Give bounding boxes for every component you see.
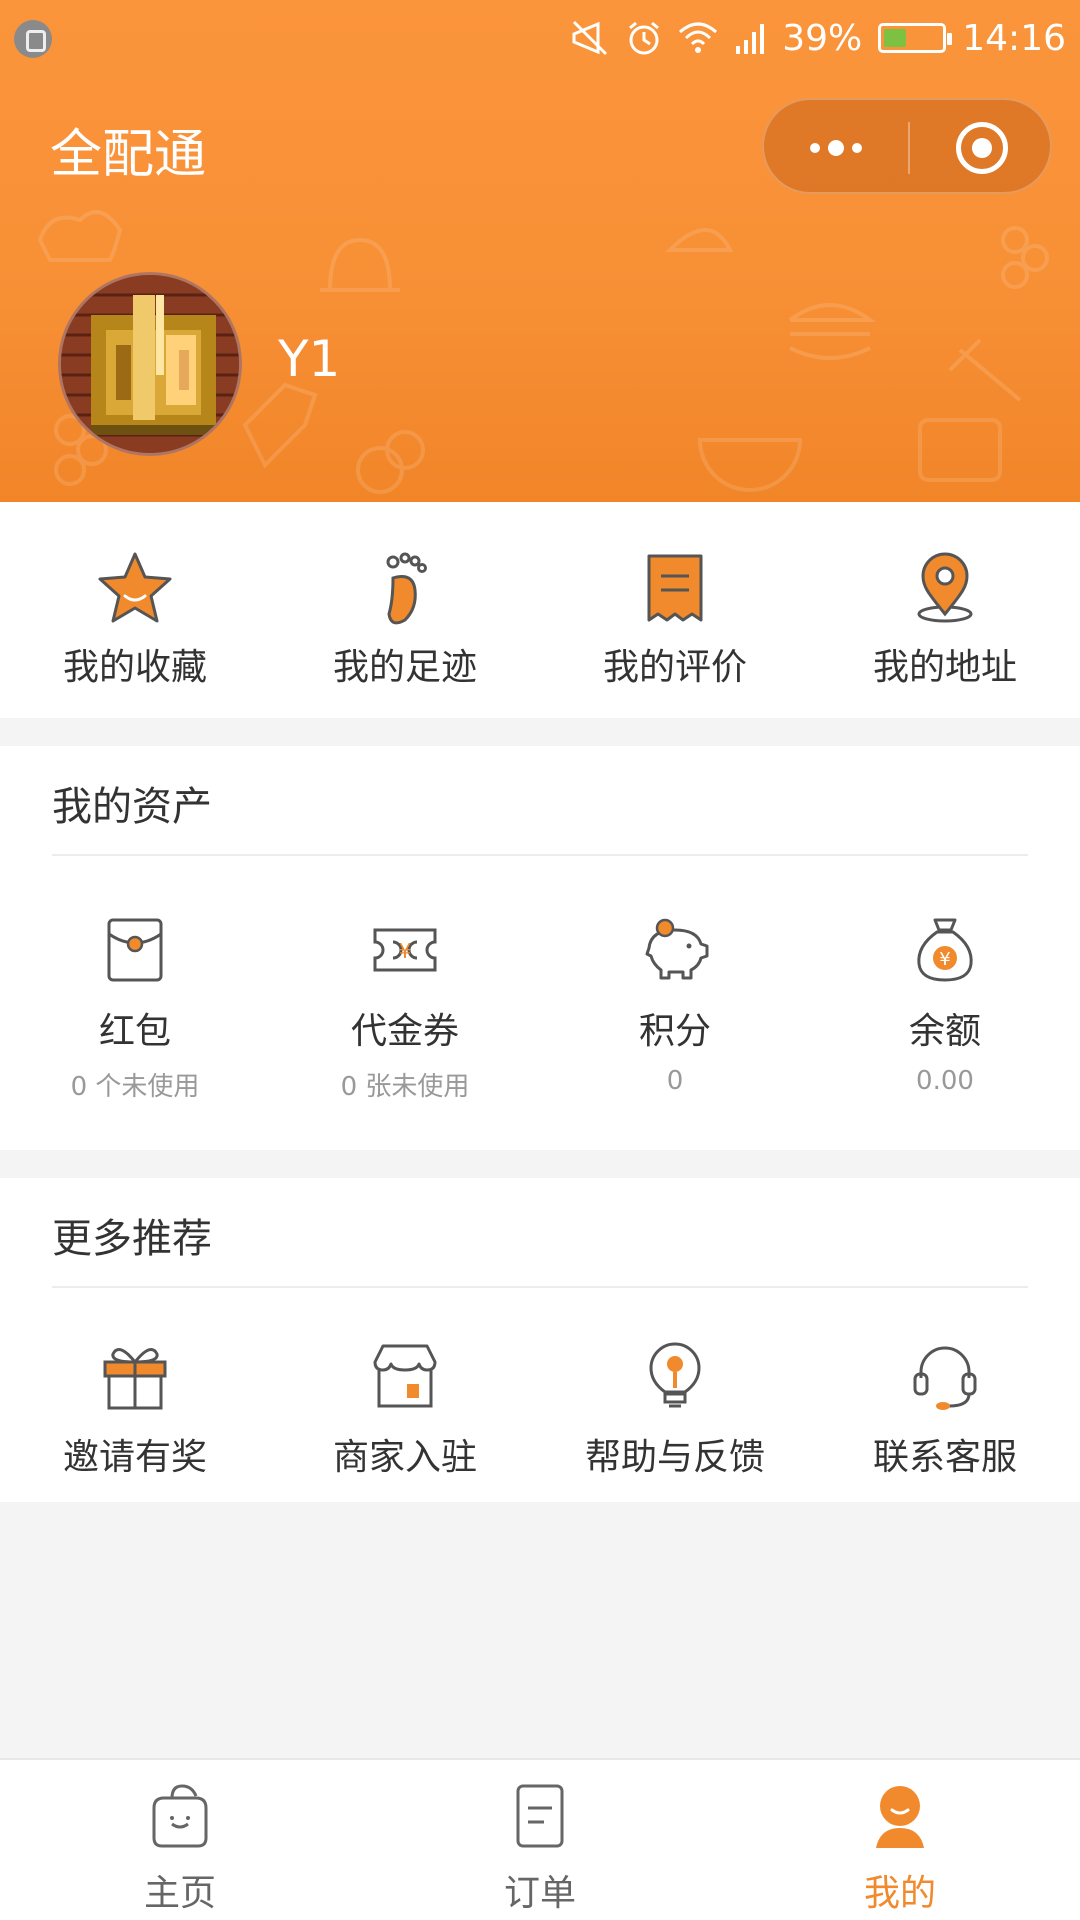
merchant-join-button[interactable]: 商家入驻 [270,1338,540,1480]
tab-profile-label: 我的 [863,1873,936,1914]
assets-title: 我的资产 [52,784,212,830]
merchant-join-label: 商家入驻 [332,1437,477,1478]
shop-icon [373,1344,437,1408]
points-value: 0 [666,1066,684,1096]
voucher-label: 代金券 [350,1011,459,1052]
battery-level [884,29,907,47]
addresses-label: 我的地址 [872,647,1017,688]
more-menu-button[interactable] [804,124,868,172]
profile-icon [876,1786,924,1848]
customer-service-button[interactable]: 联系客服 [810,1338,1080,1480]
order-icon [516,1784,564,1848]
headset-icon [913,1346,977,1410]
svg-text:¥: ¥ [939,949,950,970]
favorites-button[interactable]: 我的收藏 [0,502,270,690]
app-title: 全配通 [50,125,207,185]
wifi-icon [679,22,718,53]
more-divider [52,1286,1028,1288]
balance-label: 余额 [908,1011,981,1052]
tab-home-label: 主页 [143,1873,216,1914]
tab-profile[interactable]: 我的 [720,1760,1080,1920]
clock: 14:16 [962,17,1066,59]
avatar-image [61,275,239,453]
footprint-icon [386,552,427,625]
avatar[interactable] [58,272,242,456]
profile-header: 39% 14:16 全配通 Y1 [0,0,1080,502]
piggy-bank-icon [645,918,709,980]
signal-icon [736,24,765,54]
battery-icon [878,23,953,53]
red-envelope-count: 0 个未使用 [70,1072,200,1102]
tab-bar: 主页 订单 我的 [0,1758,1080,1920]
money-bag-icon: ¥ [917,918,973,982]
battery-percent: 39% [782,17,863,59]
footprints-button[interactable]: 我的足迹 [270,502,540,690]
capsule-divider [908,122,910,174]
status-icons: 39% 14:16 [570,16,1066,60]
customer-service-label: 联系客服 [872,1437,1017,1478]
points-button[interactable]: 积分 0 [540,914,810,1103]
review-icon [647,554,703,622]
footprints-label: 我的足迹 [332,647,477,688]
red-envelope-label: 红包 [98,1011,171,1052]
tab-orders[interactable]: 订单 [360,1760,720,1920]
status-bar: 39% 14:16 [0,0,1080,76]
close-miniprogram-button[interactable] [956,122,1008,174]
help-feedback-label: 帮助与反馈 [584,1437,765,1478]
points-label: 积分 [638,1011,711,1052]
invite-label: 邀请有奖 [62,1437,207,1478]
invite-button[interactable]: 邀请有奖 [0,1338,270,1480]
star-icon [98,552,172,623]
red-envelope-button[interactable]: 红包 0 个未使用 [0,914,270,1103]
tab-home[interactable]: 主页 [0,1760,360,1920]
location-pin-icon [917,552,973,623]
assets-section: 我的资产 红包 0 个未使用 ¥ 代金券 0 张未使用 积分 0 ¥ 余额 0.… [0,746,1080,1150]
help-feedback-button[interactable]: 帮助与反馈 [540,1338,810,1480]
assets-divider [52,854,1028,856]
reviews-button[interactable]: 我的评价 [540,502,810,690]
more-section: 更多推荐 邀请有奖 商家入驻 帮助与反馈 联系客服 [0,1178,1080,1502]
gift-icon [103,1348,167,1410]
voucher-button[interactable]: ¥ 代金券 0 张未使用 [270,914,540,1103]
mute-icon [572,20,608,56]
notification-icon [14,20,52,58]
voucher-icon: ¥ [373,928,437,972]
lightbulb-icon [649,1342,701,1408]
balance-value: 0.00 [916,1066,974,1096]
svg-text:¥: ¥ [399,939,412,963]
red-envelope-icon [107,918,163,982]
home-bag-icon [152,1784,208,1848]
quick-links: 我的收藏 我的足迹 我的评价 我的地址 [0,502,1080,718]
voucher-count: 0 张未使用 [340,1072,470,1102]
more-title: 更多推荐 [52,1216,212,1262]
addresses-button[interactable]: 我的地址 [810,502,1080,690]
favorites-label: 我的收藏 [62,647,207,688]
balance-button[interactable]: ¥ 余额 0.00 [810,914,1080,1103]
alarm-icon [629,21,660,55]
reviews-label: 我的评价 [602,647,747,688]
tab-orders-label: 订单 [503,1873,576,1914]
username: Y1 [278,330,341,388]
